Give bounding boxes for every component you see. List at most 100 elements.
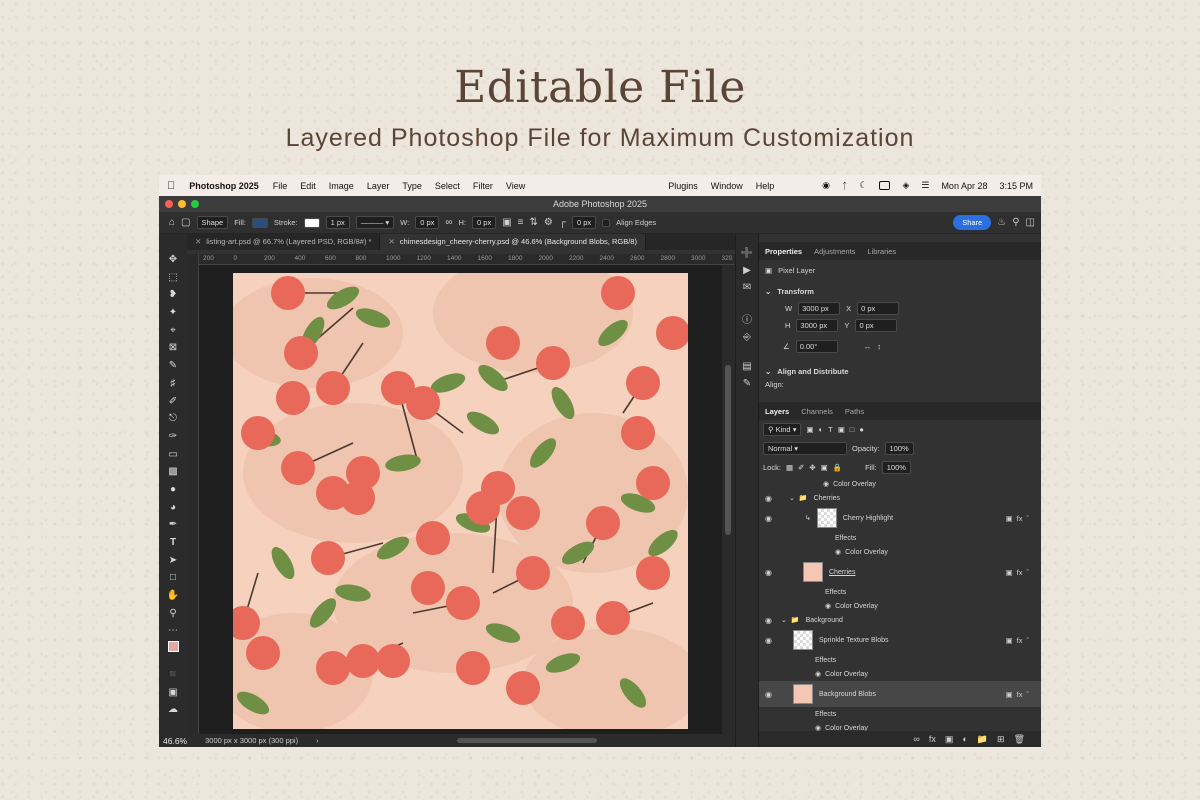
visibility-eye-icon[interactable]: ◉ — [765, 568, 772, 577]
minimize-window-button[interactable] — [178, 200, 186, 208]
more-tools-icon[interactable]: ⋯ — [164, 623, 182, 639]
menu-view[interactable]: View — [506, 181, 525, 191]
chevron-up-icon[interactable]: ˆ — [1027, 636, 1030, 645]
visibility-eye-icon[interactable]: ◉ — [765, 636, 772, 645]
chevron-down-icon[interactable]: ⌄ — [765, 287, 771, 296]
chevron-up-icon[interactable]: ˆ — [1027, 514, 1030, 523]
filter-adjust-icon[interactable]: ◐ — [819, 425, 824, 434]
h-input[interactable]: 0 px — [472, 216, 497, 229]
home-icon[interactable]: ⌂ — [169, 217, 175, 228]
path-ops-icon[interactable]: ▣ — [502, 217, 511, 228]
new-group-icon[interactable]: 📁 — [977, 734, 988, 745]
chevron-up-icon[interactable]: ˆ — [1027, 690, 1030, 699]
fx-icon[interactable]: fx — [1017, 636, 1023, 645]
adjustment-layer-icon[interactable]: ◐ — [962, 734, 967, 744]
tab-adjustments[interactable]: Adjustments — [814, 247, 855, 256]
opacity-input[interactable]: 100% — [884, 442, 914, 455]
fx-icon[interactable]: fx — [1017, 690, 1023, 699]
layer-effect-row[interactable]: ◉ Color Overlay — [759, 599, 1041, 613]
x-input[interactable]: 0 px — [857, 302, 900, 315]
horizontal-scrollbar[interactable] — [457, 738, 597, 743]
visibility-eye-icon[interactable]: ◉ — [765, 494, 772, 503]
apple-icon[interactable]:  — [167, 180, 175, 192]
menu-window[interactable]: Window — [711, 181, 743, 191]
history-brush-icon[interactable]: ✑ — [164, 429, 182, 445]
gear-icon[interactable]: ⚙ — [544, 217, 553, 228]
height-input[interactable]: 3000 px — [796, 319, 839, 332]
healing-tool-icon[interactable]: ♯ — [164, 376, 182, 392]
fill-swatch[interactable] — [251, 217, 268, 228]
menu-file[interactable]: File — [273, 181, 288, 191]
path-arrange-icon[interactable]: ⇅ — [530, 217, 538, 228]
y-input[interactable]: 0 px — [855, 319, 898, 332]
menu-help[interactable]: Help — [756, 181, 775, 191]
new-layer-icon[interactable]: ⊞ — [997, 734, 1005, 745]
add-mask-icon[interactable]: ▣ — [945, 734, 954, 745]
fx-icon[interactable]: fx — [1017, 568, 1023, 577]
type-tool-icon[interactable]: T — [164, 535, 182, 551]
link-icon[interactable]: ∞ — [445, 217, 452, 228]
hand-tool-icon[interactable]: ✋ — [164, 588, 182, 604]
notes-panel-icon[interactable]: ✎ — [743, 378, 751, 389]
menu-type[interactable]: Type — [402, 181, 422, 191]
width-input[interactable]: 3000 px — [798, 302, 841, 315]
frame-tool-icon[interactable]: ⊠ — [164, 340, 182, 356]
visibility-eye-icon[interactable]: ◉ — [765, 616, 772, 625]
menu-select[interactable]: Select — [435, 181, 460, 191]
lock-artboard-icon[interactable]: ▣ — [821, 463, 828, 472]
chevron-down-icon[interactable]: ⌄ — [781, 616, 787, 624]
zoom-level[interactable]: 46.6% — [163, 736, 187, 746]
filter-toggle-icon[interactable]: ● — [859, 425, 864, 434]
align-edges-checkbox[interactable] — [602, 218, 611, 227]
flip-horizontal-icon[interactable]: ↔ — [864, 342, 872, 351]
brush-tool-icon[interactable]: ✐ — [164, 394, 182, 410]
wifi-icon[interactable]: ◈ — [902, 180, 909, 191]
comments-panel-icon[interactable]: ✉ — [743, 282, 751, 293]
clock-date[interactable]: Mon Apr 28 — [941, 181, 987, 191]
filter-type-icon[interactable]: T — [828, 425, 833, 434]
move-tool-icon[interactable]: ✥ — [164, 252, 182, 268]
shape-mode-select[interactable]: Shape — [196, 216, 229, 229]
effect-eye-icon[interactable]: ◉ — [815, 670, 821, 678]
stamp-tool-icon[interactable]: ⎋ — [164, 411, 182, 427]
moon-icon[interactable]: ☾ — [859, 180, 867, 191]
status-chevron-icon[interactable]: › — [316, 736, 319, 745]
share-canvas-icon[interactable]: ☁ — [164, 702, 182, 718]
control-center-icon[interactable]: ☰ — [921, 180, 929, 191]
lock-paint-icon[interactable]: ✐ — [798, 463, 804, 472]
tab-cheery-cherry[interactable]: ✕ chimesdesign_cheery-cherry.psd @ 46.6% … — [380, 234, 646, 250]
effect-eye-icon[interactable]: ◉ — [835, 548, 841, 556]
canvas-area[interactable] — [199, 265, 722, 739]
layer-cherries[interactable]: ◉ Cherries ▣ fx ˆ — [759, 559, 1041, 585]
filter-smart-icon[interactable]: □ — [850, 425, 855, 434]
tab-paths[interactable]: Paths — [845, 407, 864, 416]
menu-filter[interactable]: Filter — [473, 181, 493, 191]
layer-effects-row[interactable]: Effects — [759, 585, 1041, 599]
add-style-icon[interactable]: fx — [929, 734, 936, 744]
effect-eye-icon[interactable]: ◉ — [825, 602, 831, 610]
stroke-swatch[interactable] — [303, 217, 320, 228]
close-tab-icon[interactable]: ✕ — [388, 237, 394, 246]
layer-effects-row[interactable]: Effects — [759, 531, 1041, 545]
layer-effect-row[interactable]: ◉ Color Overlay — [759, 477, 1041, 491]
tab-libraries[interactable]: Libraries — [867, 247, 896, 256]
marquee-tool-icon[interactable]: ⬚ — [164, 270, 182, 286]
zoom-tool-icon[interactable]: ⚲ — [164, 606, 182, 622]
layer-effect-row[interactable]: ◉ Color Overlay — [759, 667, 1041, 681]
share-button[interactable]: Share — [953, 215, 992, 230]
zoom-window-button[interactable] — [191, 200, 199, 208]
magic-wand-tool-icon[interactable]: ✦ — [164, 305, 182, 321]
chevron-down-icon[interactable]: ⌄ — [789, 494, 795, 502]
blend-mode-select[interactable]: Normal ▾ — [763, 442, 847, 455]
color-swatches-icon[interactable] — [164, 641, 182, 657]
crop-tool-icon[interactable]: ⌖ — [164, 323, 182, 339]
chevron-down-icon[interactable]: ⌄ — [765, 367, 771, 376]
eyedropper-tool-icon[interactable]: ✎ — [164, 358, 182, 374]
quick-mask-icon[interactable]: ◾ — [164, 667, 182, 683]
vertical-scrollbar[interactable] — [722, 265, 735, 739]
bluetooth-icon[interactable]: ᛏ — [842, 181, 847, 191]
w-input[interactable]: 0 px — [415, 216, 440, 229]
stroke-style-select[interactable]: ——— ▾ — [355, 216, 395, 229]
workspace-icon[interactable]: ◫ — [1026, 217, 1035, 228]
actions-panel-icon[interactable]: ▶ — [743, 265, 751, 276]
